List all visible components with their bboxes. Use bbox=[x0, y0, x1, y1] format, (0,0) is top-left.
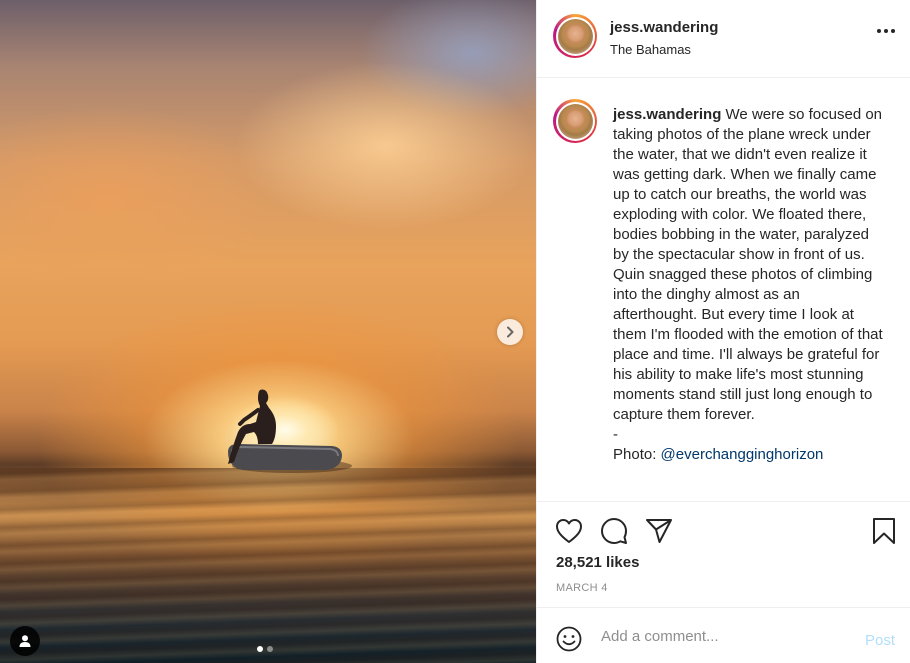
like-count[interactable]: 28,521 likes bbox=[556, 554, 639, 571]
chevron-right-icon bbox=[507, 326, 514, 338]
caption: jess.wandering We were so focused on tak… bbox=[613, 105, 885, 465]
emoji-button[interactable] bbox=[556, 626, 582, 657]
caption-avatar[interactable] bbox=[557, 103, 593, 139]
user-tag-icon bbox=[19, 635, 31, 647]
person-on-dinghy bbox=[228, 389, 352, 473]
comments-section[interactable]: jess.wandering We were so focused on tak… bbox=[537, 79, 910, 501]
comment-button[interactable] bbox=[599, 516, 629, 546]
like-button[interactable] bbox=[554, 516, 584, 546]
post-header: jess.wandering The Bahamas bbox=[537, 0, 910, 78]
carousel-next-button[interactable] bbox=[497, 319, 523, 345]
post-details-panel: jess.wandering The Bahamas jess.wanderin… bbox=[536, 0, 910, 663]
story-ring[interactable] bbox=[553, 14, 597, 58]
comment-input[interactable] bbox=[601, 628, 851, 645]
carousel-dot-active bbox=[257, 646, 263, 652]
header-username[interactable]: jess.wandering bbox=[610, 19, 718, 36]
carousel-indicator bbox=[257, 646, 273, 652]
caption-username[interactable]: jess.wandering bbox=[613, 106, 721, 123]
more-options-icon[interactable] bbox=[877, 29, 895, 33]
caption-text: We were so focused on taking photos of t… bbox=[613, 106, 883, 443]
tagged-users-button[interactable] bbox=[10, 626, 40, 656]
post-comment-button[interactable]: Post bbox=[865, 632, 895, 649]
comment-icon bbox=[601, 518, 627, 544]
avatar[interactable] bbox=[557, 18, 593, 54]
location-link[interactable]: The Bahamas bbox=[610, 42, 691, 57]
heart-icon bbox=[556, 519, 582, 543]
emoji-icon bbox=[556, 626, 582, 652]
save-button[interactable] bbox=[869, 516, 899, 546]
photo-credit-link[interactable]: @everchangginghorizon bbox=[661, 446, 824, 463]
caption-story-ring[interactable] bbox=[553, 99, 597, 143]
paper-plane-icon bbox=[646, 519, 672, 543]
share-button[interactable] bbox=[644, 516, 674, 546]
action-bar bbox=[537, 501, 910, 556]
post-photo[interactable] bbox=[0, 0, 536, 663]
carousel-dot bbox=[267, 646, 273, 652]
photo-credit-label: Photo: bbox=[613, 446, 661, 463]
post-date[interactable]: MARCH 4 bbox=[556, 582, 608, 594]
ocean-surface bbox=[0, 468, 536, 663]
comment-bar: Post bbox=[537, 607, 910, 663]
bookmark-icon bbox=[873, 518, 895, 544]
